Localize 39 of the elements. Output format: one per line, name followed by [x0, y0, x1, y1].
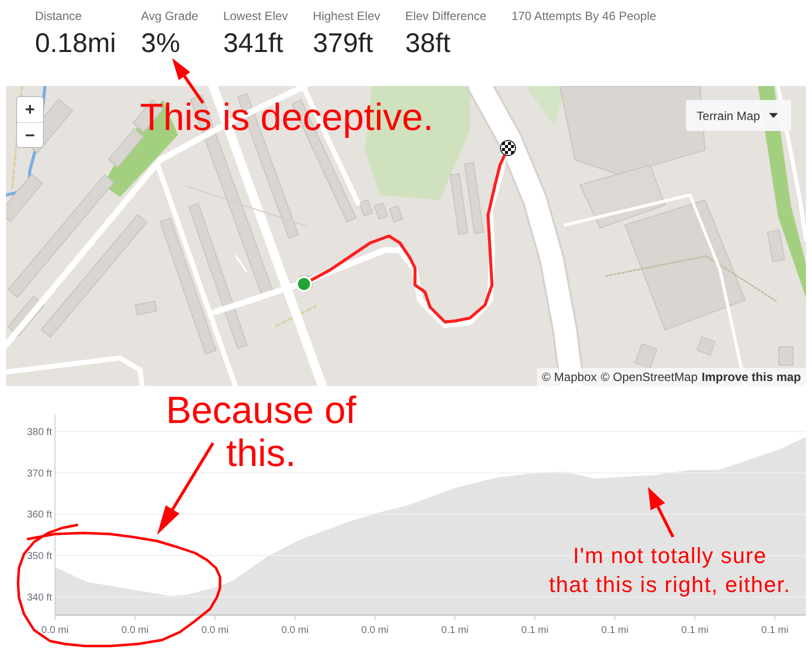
- y-tick-label: 380 ft: [26, 427, 52, 438]
- y-tick-label: 340 ft: [26, 592, 52, 604]
- attribution-link[interactable]: © OpenStreetMap: [600, 368, 698, 386]
- stat-label: Highest Elev: [312, 8, 380, 24]
- attribution-link[interactable]: © Mapbox: [542, 368, 597, 386]
- x-tick-label: 0.1 mi: [761, 625, 788, 636]
- stat-value: 3%: [141, 28, 180, 58]
- start-marker-icon: [296, 276, 312, 292]
- y-tick-label: 360 ft: [26, 510, 52, 521]
- stat-value: 379ft: [312, 28, 373, 58]
- x-tick-label: 0.0 mi: [41, 625, 69, 636]
- stat-value: 38ft: [405, 28, 450, 58]
- annotation-arrow: [172, 58, 204, 104]
- stat-label: Avg Grade: [141, 8, 198, 24]
- x-tick-label: 0.0 mi: [361, 625, 389, 636]
- stat-value: 341ft: [223, 28, 284, 58]
- map-style-dropdown[interactable]: Terrain Map: [686, 100, 791, 131]
- annotation-arrow: [648, 487, 674, 538]
- annotation-text: Because of this.: [166, 390, 356, 476]
- caret-icon: [769, 113, 778, 118]
- stat-label: Lowest Elev: [223, 8, 288, 24]
- annotation-text: This is deceptive.: [140, 97, 434, 140]
- y-tick-label: 370 ft: [26, 468, 52, 480]
- x-tick-label: 0.1 mi: [681, 625, 708, 636]
- zoom-out-button[interactable]: −: [17, 122, 43, 147]
- x-tick-label: 0.0 mi: [121, 625, 149, 636]
- stat-label: Distance: [35, 8, 82, 24]
- x-tick-label: 0.1 mi: [441, 625, 468, 636]
- x-tick-label: 0.0 mi: [281, 625, 309, 636]
- stat-label: Elev Difference: [405, 8, 486, 24]
- y-tick-label: 350 ft: [26, 551, 52, 562]
- x-tick-label: 0.1 mi: [521, 625, 548, 636]
- attribution-link[interactable]: Improve this map: [702, 368, 801, 386]
- x-tick-label: 0.0 mi: [201, 625, 229, 636]
- annotation-text: I'm not totally sure that this is right, either.: [549, 542, 791, 599]
- x-tick-label: 0.1 mi: [601, 625, 628, 636]
- checkered-flag-icon: [500, 140, 516, 156]
- attempts-summary: 170 Attempts By 46 People: [511, 8, 656, 24]
- stat-value: 0.18mi: [35, 28, 116, 58]
